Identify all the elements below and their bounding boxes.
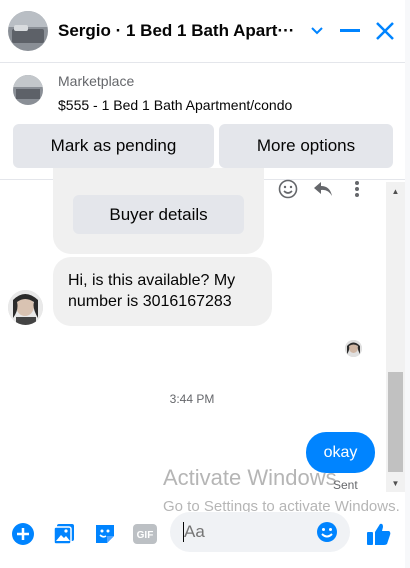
scroll-down-arrow-icon[interactable]: ▼ xyxy=(386,476,405,490)
avatar[interactable] xyxy=(8,290,43,325)
like-icon[interactable] xyxy=(366,521,392,547)
message-input-field[interactable] xyxy=(170,512,350,552)
message-composer: GIF xyxy=(0,506,405,562)
scroll-up-arrow-icon[interactable]: ▲ xyxy=(386,184,405,198)
emoji-icon[interactable] xyxy=(277,178,299,200)
window-edge xyxy=(405,0,410,568)
plus-icon[interactable] xyxy=(10,521,36,547)
avatar[interactable] xyxy=(8,11,48,51)
message-input[interactable] xyxy=(184,522,309,542)
mark-as-pending-button[interactable]: Mark as pending xyxy=(13,124,214,168)
minimize-icon[interactable] xyxy=(337,18,363,44)
reply-icon[interactable] xyxy=(311,178,335,200)
activation-watermark-title: Activate Windows xyxy=(163,465,337,490)
close-icon[interactable] xyxy=(372,18,398,44)
svg-text:GIF: GIF xyxy=(137,530,154,541)
emoji-icon[interactable] xyxy=(316,521,338,543)
marketplace-card: Marketplace $555 - 1 Bed 1 Bath Apartmen… xyxy=(0,62,405,180)
listing-title[interactable]: $555 - 1 Bed 1 Bath Apartment/condo xyxy=(58,97,292,113)
more-options-button[interactable]: More options xyxy=(219,124,393,168)
avatar xyxy=(345,340,362,357)
more-icon[interactable] xyxy=(350,178,364,200)
buyer-details-button[interactable]: Buyer details xyxy=(73,195,244,234)
gif-icon[interactable]: GIF xyxy=(131,521,159,547)
marketplace-label: Marketplace xyxy=(58,73,135,89)
chevron-down-icon[interactable] xyxy=(304,18,330,44)
message-timestamp: 3:44 PM xyxy=(169,392,215,406)
image-icon[interactable] xyxy=(51,521,77,547)
listing-thumbnail[interactable] xyxy=(13,75,43,105)
chat-title[interactable]: Sergio · 1 Bed 1 Bath Apart··· xyxy=(58,21,303,41)
sticker-icon[interactable] xyxy=(92,521,118,547)
scrollbar-thumb[interactable] xyxy=(388,372,403,472)
incoming-message-text: Hi, is this available? My number is 3016… xyxy=(68,272,236,310)
message-status: Sent xyxy=(333,478,358,492)
